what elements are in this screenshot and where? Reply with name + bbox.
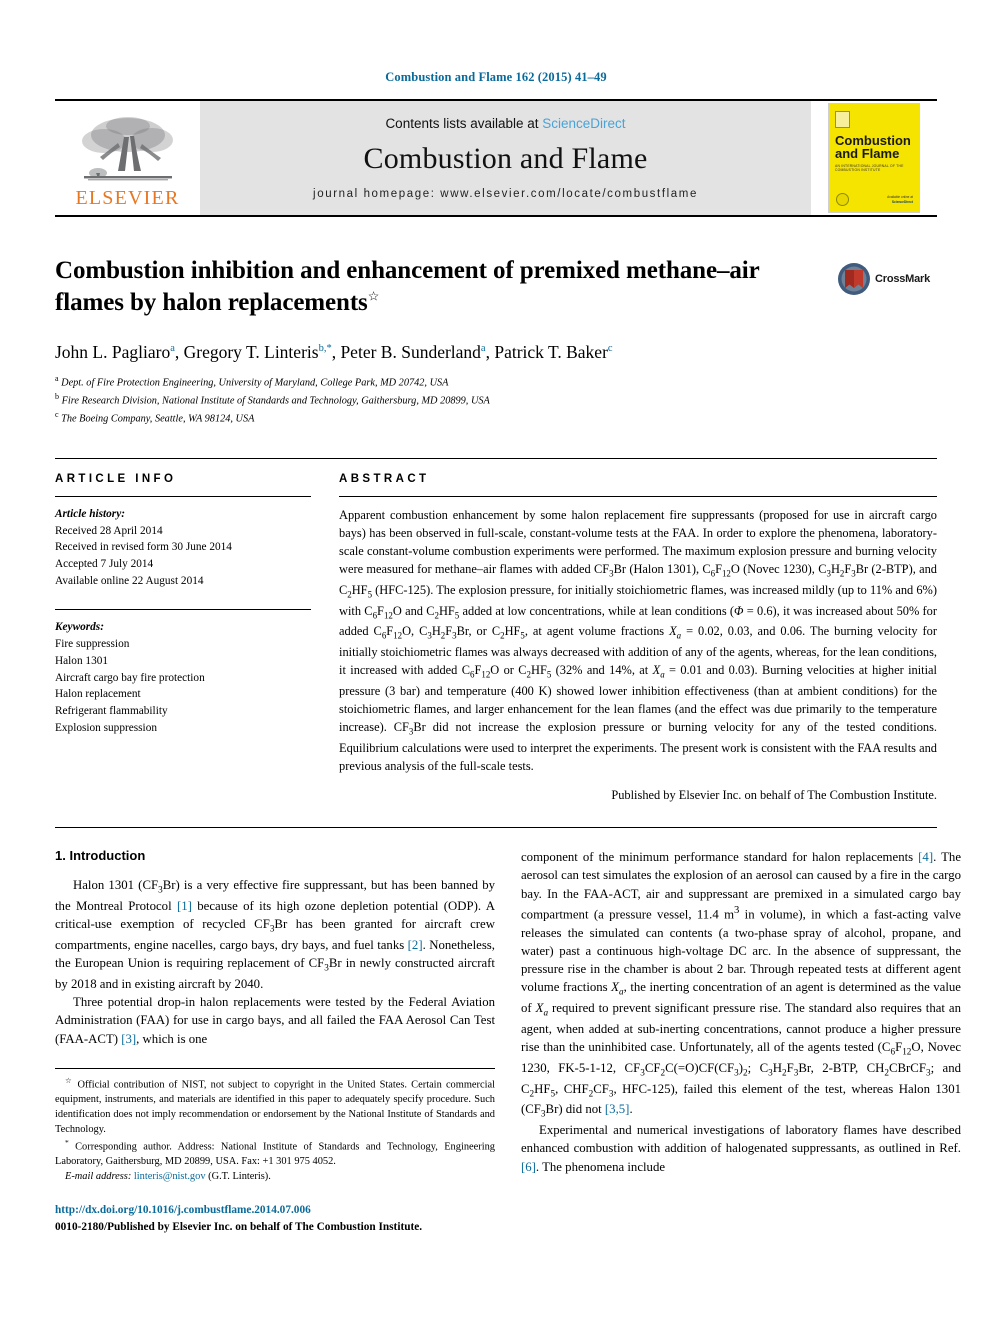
article-info-heading: ARTICLE INFO xyxy=(55,472,177,485)
citation-ref-3-5[interactable]: [3,5] xyxy=(605,1102,630,1116)
journal-masthead: ELSEVIER Contents lists available at Sci… xyxy=(55,99,937,217)
affiliation-c: c The Boeing Company, Seattle, WA 98124,… xyxy=(55,410,255,425)
author-0: John L. Pagliaroa xyxy=(55,342,175,362)
contents-prefix: Contents lists available at xyxy=(385,116,543,131)
article-history-label: Article history: xyxy=(55,507,125,520)
footnote-star: ☆ Official contribution of NIST, not sub… xyxy=(55,1076,495,1135)
citation-ref-2[interactable]: [2] xyxy=(408,938,423,952)
title-line-1: Combustion inhibition and enhancement of… xyxy=(55,257,760,284)
issn-line: 0010-2180/Published by Elsevier Inc. on … xyxy=(55,1220,423,1233)
history-item: Received 28 April 2014 xyxy=(55,524,163,537)
email-label: E-mail address: xyxy=(65,1170,132,1182)
title-footnote-marker: ☆ xyxy=(367,288,380,304)
author-3: Patrick T. Bakerc xyxy=(494,342,613,362)
keyword-item: Aircraft cargo bay fire protection xyxy=(55,671,205,684)
footnote-block: ☆ Official contribution of NIST, not sub… xyxy=(55,1068,495,1184)
cover-image: Combustion and Flame AN INTERNATIONAL JO… xyxy=(828,103,920,213)
imprint-block: http://dx.doi.org/10.1016/j.combustflame… xyxy=(55,1202,495,1235)
journal-title: Combustion and Flame xyxy=(363,142,648,175)
author-1-marks: b,* xyxy=(318,343,332,355)
author-2-marks: a xyxy=(480,343,486,355)
intro-paragraph-2: Three potential drop-in halon replacemen… xyxy=(55,995,495,1046)
keyword-item: Refrigerant flammability xyxy=(55,704,168,717)
abstract-heading: ABSTRACT xyxy=(339,472,430,485)
title-block: CrossMark Combustion inhibition and enha… xyxy=(55,255,937,428)
article-history: Article history: Received 28 April 2014 … xyxy=(55,506,311,590)
abstract-column: ABSTRACT Apparent combustion enhancement… xyxy=(339,473,937,803)
masthead-center: Contents lists available at ScienceDirec… xyxy=(200,101,811,215)
doi-link[interactable]: http://dx.doi.org/10.1016/j.combustflame… xyxy=(55,1202,495,1218)
intro-paragraph-1: Halon 1301 (CF3Br) is a very effective f… xyxy=(55,878,495,991)
citation-ref-3[interactable]: [3] xyxy=(121,1032,136,1046)
sciencedirect-link[interactable]: ScienceDirect xyxy=(542,116,625,131)
crossmark-label: CrossMark xyxy=(875,273,931,285)
email-link[interactable]: linteris@nist.gov xyxy=(134,1171,206,1182)
cover-title: Combustion and Flame xyxy=(835,133,911,162)
info-abstract-block: ARTICLE INFO Article history: Received 2… xyxy=(55,457,937,803)
article-page: Combustion and Flame 162 (2015) 41–49 EL… xyxy=(0,0,992,1323)
divider xyxy=(55,609,311,611)
email-owner: (G.T. Linteris). xyxy=(208,1170,271,1182)
history-item: Accepted 7 July 2014 xyxy=(55,557,154,570)
keyword-item: Halon replacement xyxy=(55,688,141,701)
keyword-item: Halon 1301 xyxy=(55,654,109,667)
elsevier-wordmark: ELSEVIER xyxy=(75,186,180,209)
cover-seal-icon xyxy=(836,193,849,206)
section-heading-introduction: 1. Introduction xyxy=(55,848,146,864)
affiliation-list: a Dept. of Fire Protection Engineering, … xyxy=(55,373,937,428)
citation-ref-6[interactable]: [6] xyxy=(521,1160,536,1174)
body-column-right: component of the minimum performance sta… xyxy=(521,848,961,1235)
author-1: Gregory T. Linterisb,* xyxy=(183,342,332,362)
crossmark-badge[interactable]: CrossMark xyxy=(837,257,937,301)
keywords-label: Keywords: xyxy=(55,621,104,634)
title-line-2: flames by halon replacements xyxy=(55,289,368,316)
journal-homepage-link[interactable]: journal homepage: www.elsevier.com/locat… xyxy=(313,188,698,200)
footnote-corresponding-author: * Corresponding author. Address: Nationa… xyxy=(55,1137,495,1167)
footnote-email: E-mail address: linteris@nist.gov (G.T. … xyxy=(55,1170,495,1185)
page-title: Combustion inhibition and enhancement of… xyxy=(55,255,937,319)
intro-paragraph-2-cont: component of the minimum performance sta… xyxy=(521,850,962,1119)
cover-society-logo-icon xyxy=(835,111,850,128)
keywords-block: Keywords: Fire suppression Halon 1301 Ai… xyxy=(55,609,311,736)
contents-available-line: Contents lists available at ScienceDirec… xyxy=(385,116,625,131)
history-item: Available online 22 August 2014 xyxy=(55,574,204,587)
keyword-item: Fire suppression xyxy=(55,638,130,651)
keyword-item: Explosion suppression xyxy=(55,721,157,734)
history-item: Received in revised form 30 June 2014 xyxy=(55,541,232,554)
crossmark-icon xyxy=(838,263,870,295)
affiliation-a: a Dept. of Fire Protection Engineering, … xyxy=(55,373,449,389)
divider xyxy=(55,495,311,497)
abstract-text: Apparent combustion enhancement by some … xyxy=(339,507,938,773)
intro-paragraph-3: Experimental and numerical investigation… xyxy=(521,1123,961,1174)
article-info-column: ARTICLE INFO Article history: Received 2… xyxy=(55,473,311,803)
author-0-marks: a xyxy=(170,343,175,355)
affiliation-b: b Fire Research Division, National Insti… xyxy=(55,392,490,407)
body-column-left: 1. Introduction Halon 1301 (CF3Br) is a … xyxy=(55,848,495,1235)
abstract-publisher-note: Published by Elsevier Inc. on behalf of … xyxy=(611,788,937,803)
cover-footer: Available online at ScienceDirect xyxy=(887,195,913,205)
article-body: 1. Introduction Halon 1301 (CF3Br) is a … xyxy=(55,827,961,1235)
divider xyxy=(339,495,937,497)
elsevier-tree-icon xyxy=(81,116,173,180)
author-list: John L. Pagliaroa, Gregory T. Linterisb,… xyxy=(55,342,613,362)
author-2: Peter B. Sunderlanda xyxy=(340,342,486,362)
author-3-marks: c xyxy=(607,343,613,355)
running-head: Combustion and Flame 162 (2015) 41–49 xyxy=(385,70,607,84)
cover-subtitle: AN INTERNATIONAL JOURNAL OF THE COMBUSTI… xyxy=(835,163,904,172)
publisher-logo: ELSEVIER xyxy=(55,101,200,215)
journal-cover-thumbnail[interactable]: Combustion and Flame AN INTERNATIONAL JO… xyxy=(811,101,937,215)
citation-ref-4[interactable]: [4] xyxy=(918,850,933,864)
citation-ref-1[interactable]: [1] xyxy=(177,899,192,913)
